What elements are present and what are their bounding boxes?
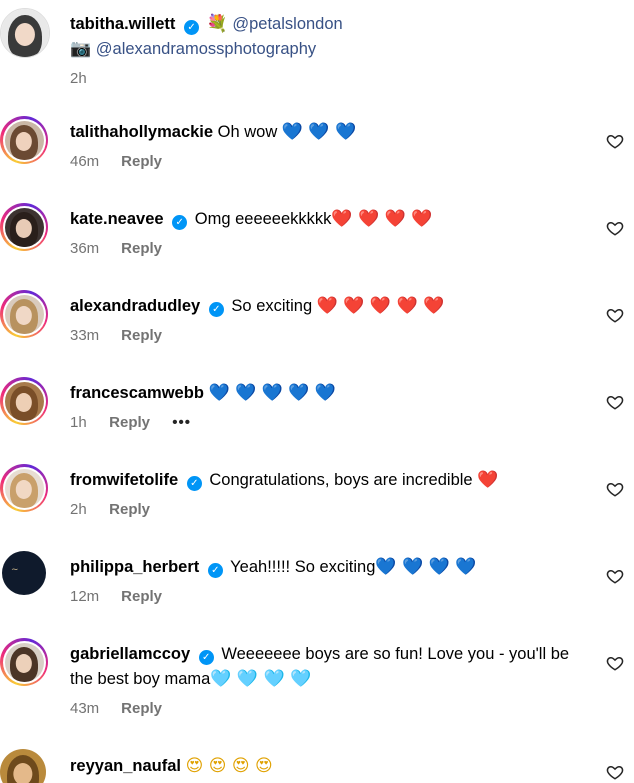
verified-badge-icon: ✓ (208, 302, 224, 317)
heart-outline-icon[interactable] (606, 219, 624, 237)
comment-time: 1h (70, 414, 87, 431)
username[interactable]: kate.neavee (70, 210, 164, 228)
verified-badge-icon: ✓ (198, 650, 214, 665)
heart-outline-icon[interactable] (606, 763, 624, 781)
reply-button[interactable]: Reply (109, 414, 150, 431)
heart-outline-icon[interactable] (606, 480, 624, 498)
username[interactable]: tabitha.willett (70, 15, 175, 33)
comment-time: 12m (70, 588, 100, 605)
username[interactable]: fromwifetolife (70, 471, 178, 489)
comment-emojis: 💙 💙 💙 💙 💙 (208, 383, 336, 403)
verified-badge-icon: ✓ (186, 476, 202, 491)
heart-outline-icon[interactable] (606, 654, 624, 672)
comments-feed: tabitha.willett ✓ 💐 @petalslondon 📷 @ale… (0, 0, 634, 783)
username[interactable]: alexandradudley (70, 297, 200, 315)
bouquet-icon: 💐 (206, 14, 228, 34)
heart-outline-icon[interactable] (606, 132, 624, 150)
avatar[interactable] (0, 749, 46, 783)
heart-outline-icon[interactable] (606, 306, 624, 324)
more-options-icon[interactable]: ••• (172, 414, 191, 431)
comment-text: Omg eeeeeekkkkk (194, 210, 332, 228)
comment-text: So exciting (231, 297, 313, 315)
avatar[interactable]: ~ (2, 551, 46, 595)
comment-time: 36m (70, 240, 100, 257)
comment-time: 43m (70, 700, 100, 717)
comment-time: 2h (70, 70, 87, 87)
username[interactable]: talithahollymackie (70, 123, 213, 141)
comment-emojis: 😍 😍 😍 😍 (185, 756, 273, 776)
verified-badge-icon: ✓ (172, 215, 188, 230)
comment-time: 33m (70, 327, 100, 344)
avatar[interactable] (0, 638, 48, 686)
reply-button[interactable]: Reply (121, 588, 162, 605)
username[interactable]: gabriellamccoy (70, 645, 190, 663)
avatar[interactable] (0, 8, 50, 58)
comment-emojis: 💙 💙 💙 (281, 122, 357, 142)
comment-emojis: 💙 💙 💙 💙 (375, 557, 477, 577)
reply-button[interactable]: Reply (121, 153, 162, 170)
avatar[interactable] (0, 464, 48, 512)
comment-emojis: ❤️ (477, 470, 499, 490)
verified-badge-icon: ✓ (207, 563, 223, 578)
avatar-logo: ~ (11, 565, 19, 575)
heart-outline-icon[interactable] (606, 567, 624, 585)
avatar[interactable] (0, 290, 48, 338)
reply-button[interactable]: Reply (121, 327, 162, 344)
avatar[interactable] (0, 377, 48, 425)
avatar[interactable] (0, 203, 48, 251)
heart-outline-icon[interactable] (606, 393, 624, 411)
username[interactable]: reyyan_naufal (70, 757, 181, 775)
avatar[interactable] (0, 116, 48, 164)
mention-link[interactable]: @alexandramossphotography (96, 40, 316, 58)
camera-icon: 📷 (70, 39, 92, 59)
comment-text: Oh wow (217, 123, 278, 141)
reply-button[interactable]: Reply (109, 501, 150, 518)
comment-emojis: ❤️ ❤️ ❤️ ❤️ (331, 209, 433, 229)
verified-badge-icon: ✓ (184, 20, 200, 35)
comment-text: Congratulations, boys are incredible (209, 471, 473, 489)
comment-emojis: ❤️ ❤️ ❤️ ❤️ ❤️ (316, 296, 445, 316)
username[interactable]: philippa_herbert (70, 558, 199, 576)
comment-time: 2h (70, 501, 87, 518)
comment-time: 46m (70, 153, 100, 170)
reply-button[interactable]: Reply (121, 700, 162, 717)
comment-emojis: 🩵 🩵 🩵 🩵 (210, 669, 312, 689)
mention-link[interactable]: @petalslondon (232, 15, 342, 33)
username[interactable]: francescamwebb (70, 384, 204, 402)
reply-button[interactable]: Reply (121, 240, 162, 257)
comment-text: Yeah!!!!! So exciting (230, 558, 376, 576)
